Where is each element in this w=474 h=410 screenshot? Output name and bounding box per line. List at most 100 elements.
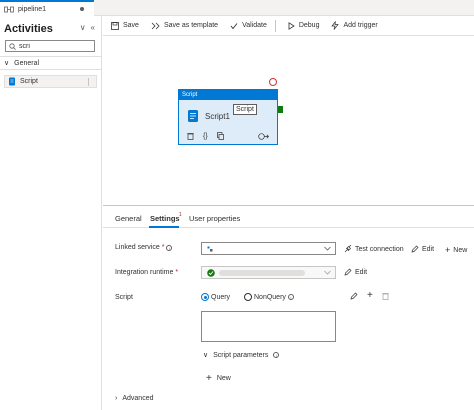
add-trigger-label: Add trigger <box>343 22 378 29</box>
activity-item-script[interactable]: Script <box>4 75 97 88</box>
add-script-icon[interactable]: + <box>367 291 373 301</box>
debug-button[interactable]: Debug <box>288 21 320 30</box>
save-icon <box>111 21 119 30</box>
new-parameter-label: New <box>216 375 231 382</box>
copy-icon[interactable] <box>216 132 224 140</box>
plug-icon <box>344 245 352 253</box>
template-icon <box>151 22 160 29</box>
script-parameters-label: Script parameters <box>213 351 269 359</box>
trigger-icon <box>331 21 340 30</box>
new-parameter-button[interactable]: + New <box>206 373 231 384</box>
tab-pipeline1[interactable]: pipeline1 <box>0 0 94 16</box>
linked-service-label-row: Linked service * i <box>115 244 173 251</box>
category-label: General <box>14 59 40 67</box>
info-icon: i <box>273 352 280 358</box>
properties-panel: General Settings 1 User properties Linke… <box>103 205 474 410</box>
add-output-icon[interactable] <box>258 133 269 140</box>
pipeline-toolbar: Save Save as template Validate Debug Add… <box>103 16 474 36</box>
chevron-down-icon: ∨ <box>203 352 209 359</box>
activities-panel-controls: ∨ « <box>80 23 95 32</box>
chevron-right-icon: › <box>115 395 118 402</box>
chevron-down-icon <box>324 270 331 275</box>
advanced-toggle[interactable]: › Advanced <box>115 395 153 402</box>
node-tooltip: Script <box>233 104 257 115</box>
tab-general[interactable]: General <box>115 214 142 223</box>
activities-search[interactable] <box>5 40 95 52</box>
play-icon <box>288 21 295 30</box>
advanced-label: Advanced <box>122 395 154 402</box>
tab-settings[interactable]: Settings <box>150 214 180 223</box>
radio-query[interactable]: Query <box>201 293 230 301</box>
debug-label: Debug <box>298 22 320 29</box>
script-label-row: Script <box>115 294 133 301</box>
node-action-bar: {} <box>187 132 224 140</box>
validate-label: Validate <box>242 22 267 29</box>
edit-label: Edit <box>422 245 435 253</box>
script-icon <box>188 110 198 122</box>
tab-user-properties[interactable]: User properties <box>189 214 240 223</box>
active-tab-indicator <box>149 226 179 228</box>
pencil-icon <box>344 268 352 276</box>
edit-linked-service-button[interactable]: Edit <box>411 245 434 253</box>
plus-icon: + <box>445 245 451 255</box>
script-parameters-toggle[interactable]: ∨ Script parameters i <box>203 351 280 359</box>
activity-node-type: Script <box>179 90 277 100</box>
edit-label: Edit <box>355 268 368 276</box>
validate-button[interactable]: Validate <box>230 22 267 30</box>
collapse-all-icon[interactable]: ∨ <box>80 23 86 32</box>
pipeline-icon <box>4 6 14 12</box>
unsaved-dot-icon <box>80 7 84 11</box>
pipeline-canvas[interactable]: Script Script1 Script {} <box>103 37 474 205</box>
delete-icon[interactable] <box>187 132 194 140</box>
settings-error-badge: 1 <box>179 212 182 218</box>
save-as-template-label: Save as template <box>163 22 219 29</box>
radio-nonquery[interactable]: NonQuery i <box>244 293 294 301</box>
radio-query-indicator <box>201 293 209 301</box>
properties-tabs: General Settings 1 User properties <box>103 206 474 228</box>
info-icon: i <box>287 294 294 300</box>
tab-label: pipeline1 <box>18 5 47 13</box>
pencil-icon <box>411 245 419 253</box>
on-failure-port[interactable] <box>269 78 277 86</box>
activities-title: Activities <box>4 23 53 35</box>
code-icon[interactable]: {} <box>203 133 208 140</box>
category-general[interactable]: ∨ General <box>0 56 101 70</box>
add-trigger-button[interactable]: Add trigger <box>331 21 378 30</box>
delete-icon[interactable] <box>382 292 389 300</box>
chevron-down-icon: ∨ <box>4 60 10 67</box>
integration-runtime-label: Integration runtime <box>115 269 174 276</box>
script-icon <box>9 77 15 86</box>
activities-search-input[interactable] <box>19 42 89 50</box>
test-connection-label: Test connection <box>355 245 404 253</box>
drag-handle[interactable] <box>88 78 93 86</box>
required-mark: * <box>175 269 179 276</box>
radio-nonquery-indicator <box>244 293 252 301</box>
collapse-panel-icon[interactable]: « <box>91 23 95 32</box>
plus-icon: + <box>206 373 212 384</box>
radio-query-label: Query <box>211 293 231 301</box>
save-button[interactable]: Save <box>111 21 139 30</box>
on-success-port[interactable] <box>278 106 283 113</box>
linked-service-select[interactable] <box>201 242 336 255</box>
activity-node-name: Script1 <box>205 112 230 121</box>
new-linked-service-button[interactable]: + New <box>445 245 467 255</box>
toolbar-divider <box>274 19 276 32</box>
save-as-template-button[interactable]: Save as template <box>151 22 218 30</box>
activity-item-label: Script <box>20 78 38 85</box>
script-actions: + <box>350 291 389 301</box>
chevron-down-icon <box>324 246 331 251</box>
integration-runtime-select[interactable] <box>201 266 336 279</box>
edit-runtime-button[interactable]: Edit <box>344 268 367 276</box>
search-icon <box>9 42 16 50</box>
pencil-icon[interactable] <box>350 292 358 300</box>
success-check-icon <box>207 268 215 277</box>
script-label: Script <box>115 294 133 301</box>
linked-service-label: Linked service <box>115 244 160 251</box>
activities-panel: Activities ∨ « ∨ General Script <box>0 16 102 410</box>
info-icon: i <box>166 244 173 251</box>
test-connection-button[interactable]: Test connection <box>344 245 404 253</box>
activity-node-script1[interactable]: Script Script1 Script {} <box>178 89 278 145</box>
document-tab-bar: pipeline1 <box>0 0 474 16</box>
redacted-runtime-name <box>219 269 305 276</box>
script-textarea[interactable] <box>201 311 336 342</box>
